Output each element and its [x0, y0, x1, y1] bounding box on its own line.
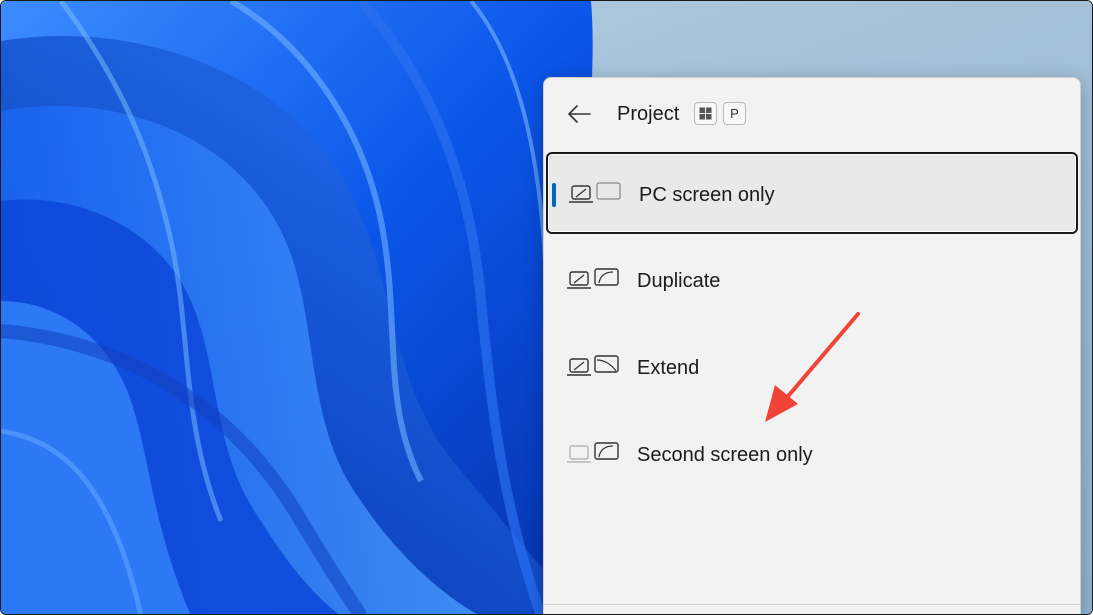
option-label: PC screen only [639, 184, 775, 206]
option-second-screen-only[interactable]: Second screen only [546, 414, 1078, 496]
option-duplicate[interactable]: Duplicate [546, 240, 1078, 322]
option-label: Second screen only [637, 444, 813, 466]
duplicate-icon [567, 268, 619, 289]
panel-title: Project [617, 103, 680, 125]
panel-header: Project P [544, 78, 1080, 150]
pc-screen-only-icon [569, 182, 621, 203]
option-extend[interactable]: Extend [546, 327, 1078, 409]
option-label: Duplicate [637, 270, 721, 292]
option-pc-screen-only[interactable]: PC screen only [546, 152, 1078, 234]
back-arrow-icon[interactable] [566, 102, 592, 126]
p-key-badge: P [723, 102, 746, 125]
panel-divider [543, 604, 1081, 605]
option-label: Extend [637, 357, 700, 379]
windows-key-icon [694, 102, 717, 125]
project-panel: Project P PC screen only Duplicate Exten… [543, 77, 1081, 614]
selection-indicator [552, 183, 556, 207]
extend-icon [567, 355, 619, 376]
screenshot-frame: Project P PC screen only Duplicate Exten… [0, 0, 1093, 615]
second-screen-only-icon [567, 442, 619, 463]
